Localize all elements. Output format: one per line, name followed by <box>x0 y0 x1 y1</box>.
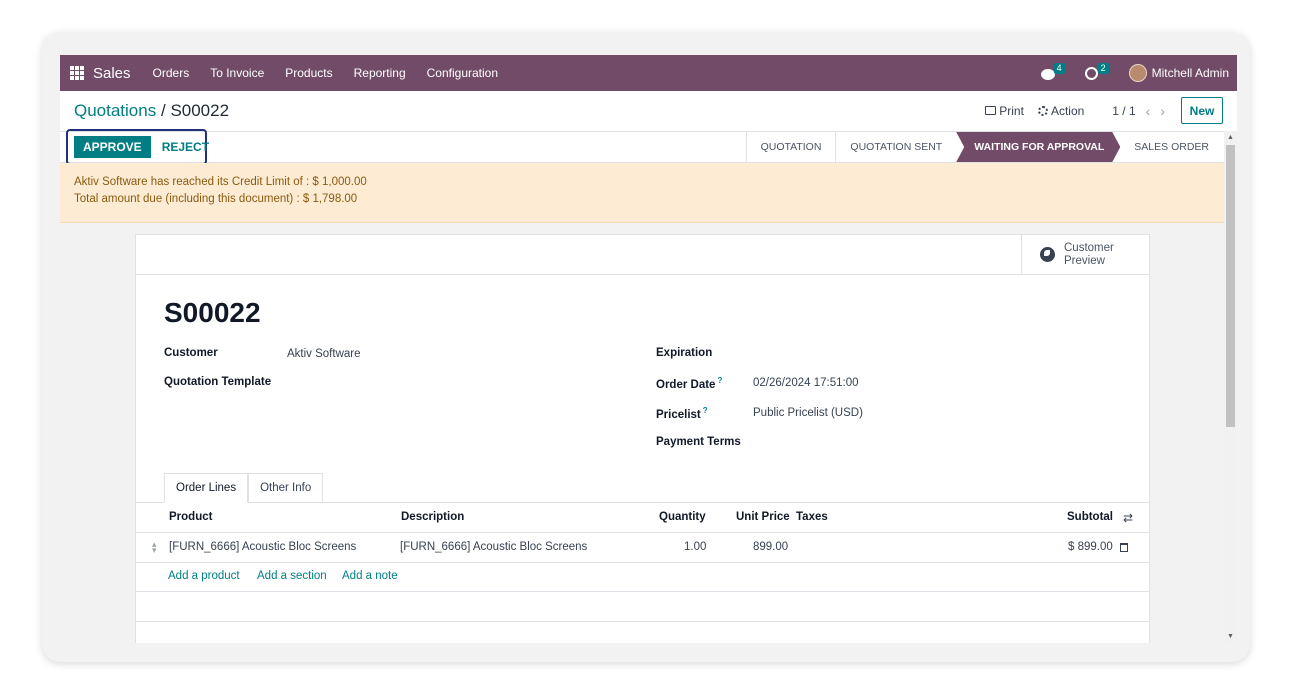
column-header-quantity[interactable]: Quantity <box>659 511 706 523</box>
customer-preview-line1: Customer <box>1064 241 1114 254</box>
globe-icon <box>1040 247 1055 262</box>
payment-terms-label: Payment Terms <box>656 436 741 448</box>
row-quantity[interactable]: 1.00 <box>684 541 706 553</box>
row-unit-price[interactable]: 899.00 <box>753 541 788 553</box>
row-description[interactable]: [FURN_6666] Acoustic Bloc Screens <box>400 541 587 553</box>
user-menu[interactable]: Mitchell Admin <box>1152 66 1229 80</box>
pricelist-label: Pricelist? <box>656 406 708 421</box>
order-date-label-text: Order Date <box>656 378 716 391</box>
row-divider <box>136 591 1149 592</box>
navbar-systray: 4 2 Mitchell Admin <box>1040 55 1229 91</box>
new-button[interactable]: New <box>1181 97 1223 124</box>
stage-waiting-for-approval[interactable]: WAITING FOR APPROVAL <box>956 132 1120 162</box>
nav-to-invoice[interactable]: To Invoice <box>210 66 264 80</box>
column-header-product[interactable]: Product <box>169 511 212 523</box>
alert-line-total-due: Total amount due (including this documen… <box>74 193 358 205</box>
messages-button[interactable]: 4 <box>1040 63 1065 81</box>
tab-other-info[interactable]: Other Info <box>248 473 324 503</box>
notebook-tabs: Order Lines Other Info <box>164 473 324 503</box>
column-header-taxes[interactable]: Taxes <box>796 511 828 523</box>
control-panel-actions: Print Action 1 / 1 ‹ › New <box>985 97 1223 124</box>
breadcrumb-quotations[interactable]: Quotations <box>74 101 156 120</box>
row-divider <box>136 621 1149 622</box>
messages-badge: 4 <box>1053 63 1065 74</box>
column-header-description[interactable]: Description <box>401 511 464 523</box>
form-sheet: Customer Preview S00022 Customer Aktiv S… <box>135 234 1150 643</box>
breadcrumb: Quotations / S00022 <box>74 101 229 121</box>
stage-quotation-sent[interactable]: QUOTATION SENT <box>836 132 956 162</box>
print-button[interactable]: Print <box>985 104 1024 118</box>
apps-grid-icon[interactable] <box>70 66 84 80</box>
add-product-link[interactable]: Add a product <box>168 570 240 582</box>
customer-preview-label: Customer Preview <box>1064 242 1114 268</box>
chevron-left-icon[interactable]: ‹ <box>1146 103 1151 119</box>
clock-icon <box>1084 67 1098 80</box>
customer-field[interactable]: Aktiv Software <box>287 348 361 360</box>
action-label: Action <box>1050 103 1085 118</box>
tab-order-lines[interactable]: Order Lines <box>164 473 249 503</box>
pricelist-field[interactable]: Public Pricelist (USD) <box>753 407 863 419</box>
credit-limit-alert: Aktiv Software has reached its Credit Li… <box>60 163 1224 223</box>
order-date-field[interactable]: 02/26/2024 17:51:00 <box>753 377 859 389</box>
nav-configuration[interactable]: Configuration <box>427 66 498 80</box>
drag-handle-icon[interactable]: ▴ ▾ <box>152 540 157 555</box>
print-icon <box>985 106 997 115</box>
pager-value[interactable]: 1 / 1 <box>1112 104 1135 118</box>
column-header-unit-price[interactable]: Unit Price <box>736 511 790 523</box>
expiration-label: Expiration <box>656 347 713 359</box>
print-label: Print <box>999 103 1024 118</box>
optional-columns-icon[interactable]: ⇄ <box>1123 511 1133 525</box>
header-divider <box>136 532 1149 533</box>
nav-reporting[interactable]: Reporting <box>354 66 406 80</box>
scroll-thumb[interactable] <box>1226 145 1235 427</box>
button-box: Customer Preview <box>136 235 1149 275</box>
pricelist-label-text: Pricelist <box>656 408 701 421</box>
customer-preview-button[interactable]: Customer Preview <box>1021 235 1149 274</box>
row-product[interactable]: [FURN_6666] Acoustic Bloc Screens <box>169 541 356 553</box>
customer-label: Customer <box>164 347 218 359</box>
activities-button[interactable]: 2 <box>1084 63 1109 81</box>
page-title: S00022 <box>164 297 261 328</box>
column-header-subtotal[interactable]: Subtotal <box>1067 511 1113 523</box>
nav-products[interactable]: Products <box>285 66 332 80</box>
quotation-template-label: Quotation Template <box>164 376 272 388</box>
order-date-label: Order Date? <box>656 376 722 391</box>
alert-line-credit-limit: Aktiv Software has reached its Credit Li… <box>74 176 367 188</box>
order-date-help-icon[interactable]: ? <box>717 376 722 385</box>
reject-button[interactable]: REJECT <box>162 140 209 154</box>
stage-quotation[interactable]: QUOTATION <box>747 132 837 162</box>
app-brand[interactable]: Sales <box>93 65 131 82</box>
activities-badge: 2 <box>1097 63 1109 74</box>
breadcrumb-current: S00022 <box>170 101 230 120</box>
avatar[interactable] <box>1128 64 1147 82</box>
chevron-right-icon[interactable]: › <box>1160 103 1165 119</box>
pricelist-help-icon[interactable]: ? <box>703 406 708 415</box>
chat-icon <box>1040 69 1055 80</box>
row-subtotal: $ 899.00 <box>1068 541 1113 553</box>
action-button[interactable]: Action <box>1037 103 1085 118</box>
add-section-link[interactable]: Add a section <box>257 570 327 582</box>
top-navbar: Sales Orders To Invoice Products Reporti… <box>60 55 1237 91</box>
approve-button[interactable]: APPROVE <box>74 136 151 158</box>
stage-pipeline: QUOTATION QUOTATION SENT WAITING FOR APP… <box>745 132 1223 162</box>
add-note-link[interactable]: Add a note <box>342 570 398 582</box>
stage-sales-order[interactable]: SALES ORDER <box>1120 132 1223 162</box>
scroll-up-arrow-icon[interactable]: ▲ <box>1227 134 1234 141</box>
approval-buttons-group: APPROVE REJECT <box>66 129 209 165</box>
nav-orders[interactable]: Orders <box>153 66 190 80</box>
scroll-down-arrow-icon[interactable]: ▼ <box>1227 633 1234 640</box>
row-divider <box>136 562 1149 563</box>
trash-icon[interactable] <box>1120 543 1128 552</box>
breadcrumb-separator: / <box>160 101 166 120</box>
customer-preview-line2: Preview <box>1064 254 1105 267</box>
app-window: Sales Orders To Invoice Products Reporti… <box>60 55 1237 643</box>
scrollbar[interactable]: ▲ ▼ <box>1224 131 1237 643</box>
form-statusbar: APPROVE REJECT QUOTATION QUOTATION SENT … <box>60 129 1237 165</box>
gear-icon <box>1037 105 1048 116</box>
